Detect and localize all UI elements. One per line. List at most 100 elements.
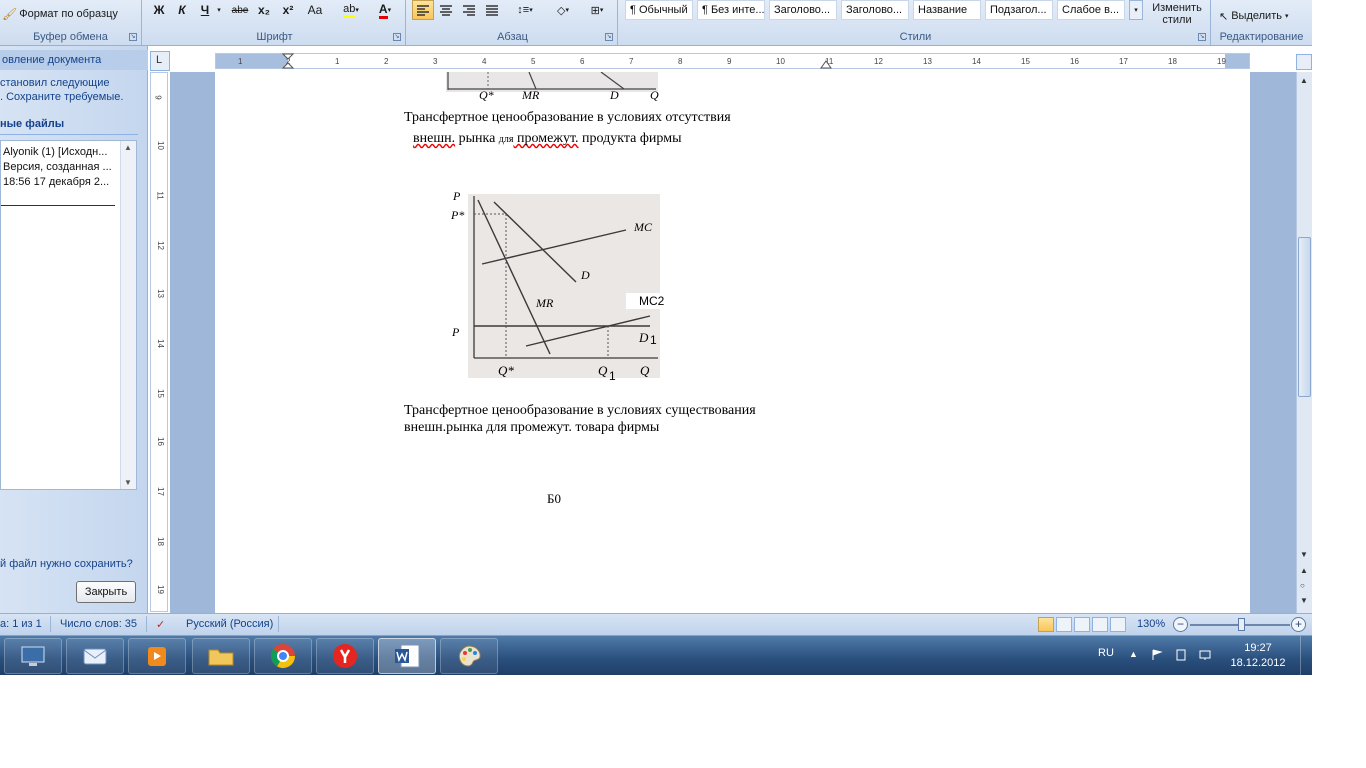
subscript-button[interactable]: x₂ [253,0,275,20]
highlighter-icon: ab [343,3,356,18]
browse-object-icon[interactable]: ○ [1300,581,1305,590]
language[interactable]: Русский (Россия) [186,618,273,630]
taskbar-desktop[interactable] [4,638,62,674]
document-recovery-pane: овление документа становил следующие . С… [0,46,148,613]
full-screen-reading-icon[interactable] [1056,617,1072,632]
print-layout-icon[interactable] [1038,617,1054,632]
show-desktop-button[interactable] [1300,636,1312,675]
scroll-up-icon[interactable]: ▲ [124,143,132,152]
taskbar-mail[interactable] [66,638,124,674]
line-spacing-button[interactable]: ↕≡ ▾ [510,0,540,20]
list-item[interactable]: Alyonik (1) [Исходн... Версия, созданная… [3,145,117,190]
caption-1-line-1: Трансфертное ценообразование в условиях … [404,110,731,125]
available-files-title: ные файлы [0,118,65,130]
close-button[interactable]: Закрыть [76,581,136,603]
paragraph-group-label: Абзац [497,31,528,43]
proofing-icon[interactable]: ✓ [156,618,165,631]
view-ruler-toggle[interactable] [1296,54,1312,70]
taskbar-media[interactable] [128,638,186,674]
styles-group-label: Стили [899,31,932,43]
zoom-level[interactable]: 130% [1137,618,1165,630]
zoom-out-icon[interactable]: − [1173,617,1188,632]
ruler-tick: 3 [433,57,438,66]
justify-button[interactable] [481,0,503,20]
scroll-up-icon[interactable]: ▲ [1300,76,1308,85]
italic-button[interactable]: К [171,0,193,20]
ruler-tick: 17 [1119,57,1128,66]
font-launcher-icon[interactable]: ↘ [393,33,401,41]
style-normal[interactable]: ¶ Обычный [625,0,693,20]
style-title[interactable]: Название [913,0,981,20]
mail-icon [83,648,107,665]
font-color-button[interactable]: A ▾ [370,0,400,20]
graph2-label-q1: Q [598,363,608,378]
save-question-link[interactable]: й файл нужно сохранить? [0,558,133,570]
style-no-spacing[interactable]: ¶ Без инте... [697,0,765,20]
bold-button[interactable]: Ж [148,0,170,20]
clipboard-launcher-icon[interactable]: ↘ [129,33,137,41]
indent-marker-icon[interactable] [282,53,294,69]
tray-expand-icon[interactable]: ▲ [1129,649,1141,661]
cursor-icon: ↖ [1219,10,1229,23]
tab-selector[interactable]: L [150,51,170,71]
style-heading1[interactable]: Заголово... [769,0,837,20]
taskbar-yandex[interactable] [316,638,374,674]
document-page[interactable] [215,72,1250,613]
clock[interactable]: 19:27 18.12.2012 [1226,641,1290,671]
devices-icon[interactable] [1175,649,1187,661]
superscript-button[interactable]: x² [277,0,299,20]
format-painter-button[interactable]: 🖌 Формат по образцу [0,4,140,24]
align-left-button[interactable] [412,0,434,20]
recovered-files-list[interactable]: Alyonik (1) [Исходн... Версия, созданная… [0,140,137,490]
shading-button[interactable]: ◇ ▾ [548,0,578,20]
outline-icon[interactable] [1092,617,1108,632]
style-heading2[interactable]: Заголово... [841,0,909,20]
taskbar-chrome[interactable] [254,638,312,674]
language-indicator[interactable]: RU [1098,647,1114,659]
zoom-in-icon[interactable]: + [1291,617,1306,632]
document-scrollbar[interactable]: ▲ ▼ ▲ ○ ▼ [1296,72,1312,613]
scroll-down-icon[interactable]: ▼ [1300,550,1308,559]
paragraph-launcher-icon[interactable]: ↘ [605,33,613,41]
select-button[interactable]: ↖ Выделить ▾ [1219,6,1305,26]
style-subtle-emphasis[interactable]: Слабое в... [1057,0,1125,20]
graph2-label-mc2-text: MC2 [639,294,665,308]
change-case-button[interactable]: Aa [301,0,329,20]
ruler-tick: 19 [155,585,165,594]
taskbar-explorer[interactable] [192,638,250,674]
vertical-ruler[interactable]: 9 10 11 12 13 14 15 16 17 18 19 [150,72,168,612]
graph1-label-q-star: Q* [479,88,494,102]
action-center-flag-icon[interactable] [1151,649,1163,661]
align-center-button[interactable] [435,0,457,20]
style-subtitle[interactable]: Подзагол... [985,0,1053,20]
next-page-icon[interactable]: ▼ [1300,596,1308,605]
network-icon[interactable] [1199,649,1211,661]
page-count[interactable]: а: 1 из 1 [0,618,42,630]
scroll-down-icon[interactable]: ▼ [124,478,132,487]
underline-button[interactable]: Ч [194,0,216,20]
highlight-button[interactable]: ab ▾ [336,0,366,20]
taskbar-paint[interactable] [440,638,498,674]
draft-icon[interactable] [1110,617,1126,632]
ruler-tick: 1 [335,57,340,66]
align-right-button[interactable] [458,0,480,20]
scroll-thumb[interactable] [1298,237,1311,397]
ruler-tick: 10 [155,141,165,150]
taskbar-word[interactable] [378,638,436,674]
borders-button[interactable]: ⊞ ▾ [582,0,612,20]
web-layout-icon[interactable] [1074,617,1090,632]
ruler-tick: 14 [155,339,165,348]
horizontal-ruler[interactable]: 1 2 1 2 3 4 5 6 7 8 9 10 11 12 13 14 15 16 17 18 19 [215,53,1250,69]
strikethrough-button[interactable]: abe [229,0,251,20]
styles-more-icon[interactable]: ▾ [1129,0,1143,20]
zoom-slider-thumb[interactable] [1238,618,1245,631]
underline-dropdown-icon[interactable]: ▾ [214,0,224,20]
align-right-icon [463,5,475,16]
change-styles-button[interactable]: Изменить стили [1147,0,1207,28]
list-scrollbar[interactable]: ▲ ▼ [120,141,136,489]
word-count[interactable]: Число слов: 35 [60,618,137,630]
ruler-tick: 8 [678,57,683,66]
right-indent-marker-icon[interactable] [820,57,832,69]
previous-page-icon[interactable]: ▲ [1300,566,1308,575]
styles-launcher-icon[interactable]: ↘ [1198,33,1206,41]
